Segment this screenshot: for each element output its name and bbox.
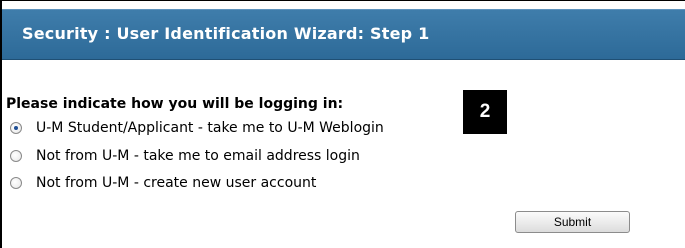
submit-button[interactable]: Submit: [515, 211, 630, 233]
option-label: Not from U-M - create new user account: [36, 175, 317, 191]
step-number-badge: 2: [463, 90, 507, 134]
radio-um-student[interactable]: [10, 122, 22, 134]
title-bar: Security : User Identification Wizard: S…: [2, 9, 685, 60]
login-prompt: Please indicate how you will be logging …: [6, 96, 344, 112]
page-title: Security : User Identification Wizard: S…: [22, 24, 430, 43]
option-um-student[interactable]: U-M Student/Applicant - take me to U-M W…: [10, 118, 384, 138]
radio-new-account[interactable]: [10, 177, 22, 189]
option-new-account[interactable]: Not from U-M - create new user account: [10, 173, 316, 193]
wizard-window: Security : User Identification Wizard: S…: [0, 0, 685, 248]
radio-email-login[interactable]: [10, 150, 22, 162]
option-label: U-M Student/Applicant - take me to U-M W…: [36, 120, 384, 136]
option-label: Not from U-M - take me to email address …: [36, 148, 360, 164]
top-strip: [2, 1, 685, 9]
option-email-login[interactable]: Not from U-M - take me to email address …: [10, 146, 360, 166]
